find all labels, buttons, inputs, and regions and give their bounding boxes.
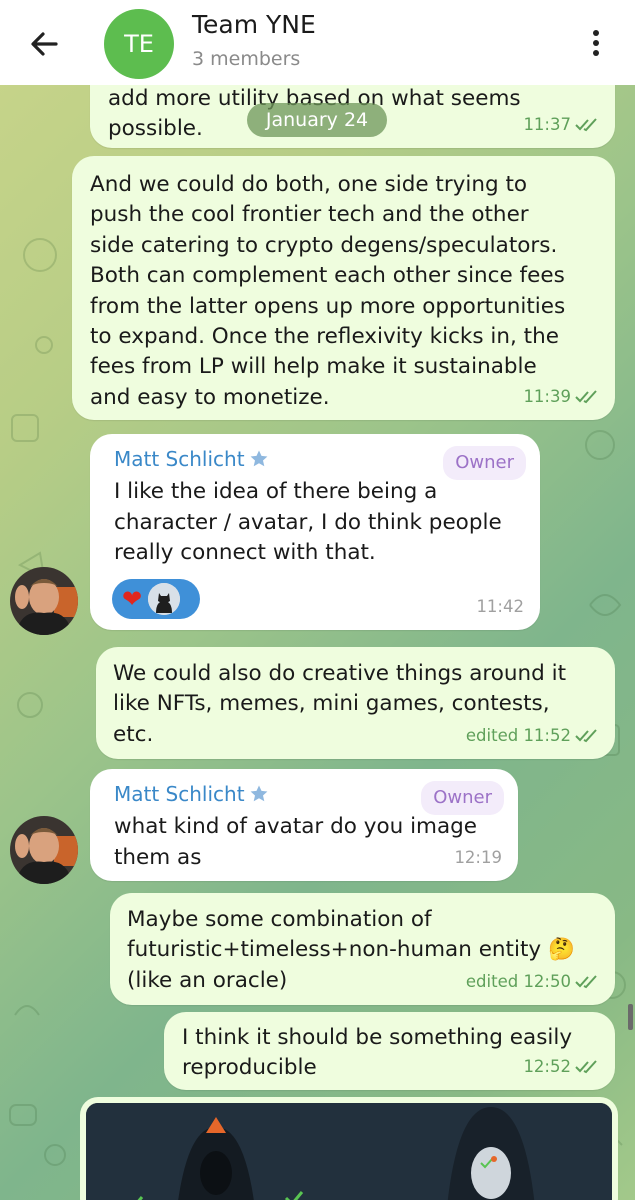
double-check-icon — [575, 729, 597, 743]
message-meta: 11:42 — [476, 592, 524, 622]
message-text: And we could do both, one side trying to… — [90, 172, 566, 410]
message-time: 12:19 — [454, 847, 502, 867]
message-meta: 12:19 — [454, 843, 502, 873]
message-meta: edited 11:52 — [466, 721, 599, 751]
message-time: edited 11:52 — [465, 725, 571, 745]
sender-avatar[interactable] — [10, 567, 78, 635]
message-meta: 11:39 — [523, 382, 599, 412]
star-icon — [250, 450, 267, 467]
star-icon — [250, 785, 267, 802]
message-meta: 11:37 — [523, 110, 599, 140]
double-check-icon — [575, 1060, 597, 1074]
message-time: 12:52 — [523, 1056, 571, 1076]
back-button[interactable] — [22, 22, 66, 66]
reaction-bar[interactable]: ❤ — [112, 579, 200, 619]
double-check-icon — [575, 975, 597, 989]
image-message[interactable] — [80, 1097, 618, 1200]
message-text: what kind of avatar do you image them as — [114, 814, 478, 870]
message-bubble-outgoing[interactable]: We could also do creative things around … — [96, 647, 615, 759]
oracle-image[interactable] — [86, 1103, 612, 1200]
message-bubble-outgoing[interactable]: And we could do both, one side trying to… — [72, 156, 615, 420]
chat-header: TE Team YNE 3 members — [0, 0, 635, 85]
heart-reaction-icon[interactable]: ❤ — [122, 587, 142, 611]
reactor-avatar — [148, 583, 181, 615]
more-options-button[interactable] — [580, 24, 614, 62]
member-count: 3 members — [192, 48, 301, 70]
batman-avatar-icon — [148, 583, 181, 615]
double-check-icon — [575, 118, 597, 132]
date-divider: January 24 — [247, 103, 387, 137]
message-time: 11:39 — [523, 386, 571, 406]
double-check-icon — [575, 390, 597, 404]
message-time: edited 12:50 — [465, 971, 571, 991]
sender-name-text: Matt Schlicht — [114, 447, 245, 471]
message-time: 11:42 — [476, 596, 524, 616]
scrollbar-thumb[interactable] — [628, 1004, 633, 1030]
message-bubble-outgoing[interactable]: Maybe some combination of futuristic+tim… — [110, 893, 615, 1005]
sender-name-text: Matt Schlicht — [114, 782, 245, 806]
group-avatar[interactable]: TE — [104, 9, 174, 79]
arrow-left-icon — [31, 32, 58, 56]
message-bubble-incoming[interactable]: Matt Schlicht Owner what kind of avatar … — [90, 769, 518, 881]
chat-title[interactable]: Team YNE — [192, 10, 316, 39]
owner-badge: Owner — [443, 446, 526, 481]
message-meta: 12:52 — [523, 1052, 599, 1082]
message-text: I like the idea of there being a charact… — [114, 479, 502, 566]
sender-avatar[interactable] — [10, 816, 78, 884]
message-meta: edited 12:50 — [466, 967, 599, 997]
message-time: 11:37 — [523, 114, 571, 134]
owner-badge: Owner — [421, 781, 504, 816]
message-bubble-outgoing[interactable]: I think it should be something easily re… — [164, 1012, 615, 1090]
